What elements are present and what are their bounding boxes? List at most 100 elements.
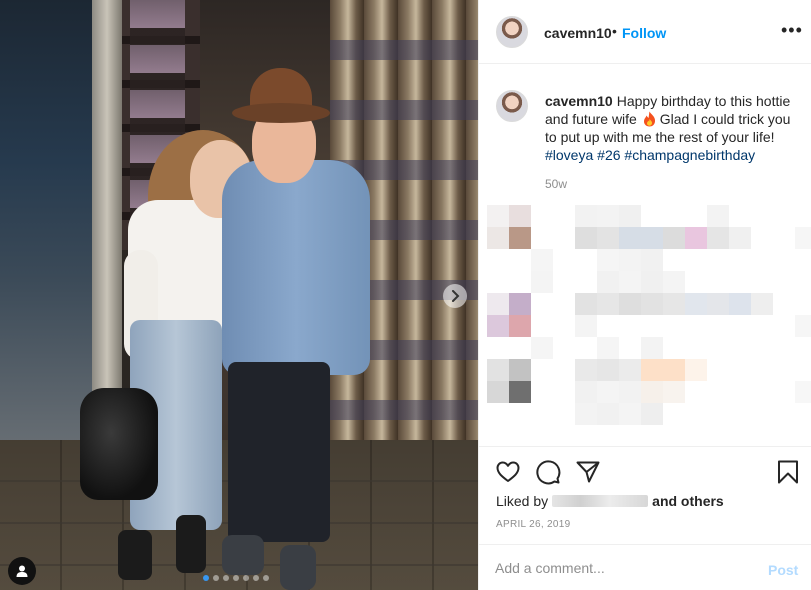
caption-username[interactable]: cavemn10 xyxy=(545,93,613,109)
blur-pixel xyxy=(641,403,663,425)
blur-pixel xyxy=(729,227,751,249)
photo-handbag xyxy=(80,388,158,500)
blur-pixel xyxy=(619,205,641,227)
blur-pixel xyxy=(487,205,509,227)
blur-pixel xyxy=(509,381,531,403)
carousel-dot xyxy=(253,575,259,581)
user-tag-icon xyxy=(16,565,28,577)
blur-pixel xyxy=(685,227,707,249)
photo-person-woman-shoe xyxy=(176,515,206,573)
blur-pixel xyxy=(619,381,641,403)
blur-pixel xyxy=(663,381,685,403)
blur-pixel xyxy=(597,249,619,271)
post-photo[interactable] xyxy=(0,0,478,590)
hashtag-link[interactable]: #loveya xyxy=(545,147,593,163)
carousel-dot xyxy=(243,575,249,581)
header-username[interactable]: cavemn10 xyxy=(544,25,612,41)
blur-pixel xyxy=(597,271,619,293)
photo-person-man-shoe xyxy=(222,535,264,575)
caption-timestamp[interactable]: 50w xyxy=(545,177,567,191)
comment-input[interactable] xyxy=(495,560,745,576)
blur-pixel xyxy=(795,227,811,249)
separator-dot: • xyxy=(612,23,617,39)
blur-pixel xyxy=(531,249,553,271)
blur-pixel xyxy=(509,293,531,315)
blurred-comments xyxy=(487,205,811,430)
photo-person-woman-shoe xyxy=(118,530,152,580)
carousel-dot xyxy=(213,575,219,581)
blur-pixel xyxy=(575,293,597,315)
blur-pixel xyxy=(575,381,597,403)
bookmark-icon[interactable] xyxy=(775,459,801,485)
photo-person-man-hat-brim xyxy=(232,103,330,123)
carousel-indicator xyxy=(203,575,269,581)
blur-pixel xyxy=(597,227,619,249)
carousel-dot xyxy=(233,575,239,581)
liked-by-others[interactable]: and others xyxy=(652,493,724,509)
blur-pixel xyxy=(641,227,663,249)
blurred-username xyxy=(552,495,649,507)
heart-icon[interactable] xyxy=(495,459,521,485)
blur-pixel xyxy=(641,337,663,359)
blur-pixel xyxy=(685,293,707,315)
blur-pixel xyxy=(487,359,509,381)
blur-pixel xyxy=(795,381,811,403)
blur-pixel xyxy=(707,293,729,315)
blur-pixel xyxy=(509,227,531,249)
blur-pixel xyxy=(795,315,811,337)
blur-pixel xyxy=(663,227,685,249)
paper-plane-icon[interactable] xyxy=(575,459,601,485)
carousel-dot xyxy=(203,575,209,581)
post-comment-button[interactable]: Post xyxy=(768,562,798,578)
blur-pixel xyxy=(487,315,509,337)
blur-pixel xyxy=(663,293,685,315)
comment-icon[interactable] xyxy=(535,459,561,485)
add-comment-bar: Post xyxy=(479,544,811,590)
blur-pixel xyxy=(663,359,685,381)
chevron-right-icon xyxy=(452,290,460,302)
blur-pixel xyxy=(531,337,553,359)
post-header: cavemn10 • Follow ••• xyxy=(479,0,811,64)
blur-pixel xyxy=(597,403,619,425)
blur-pixel xyxy=(575,315,597,337)
blur-pixel xyxy=(575,359,597,381)
carousel-dot xyxy=(263,575,269,581)
blur-pixel xyxy=(619,359,641,381)
hashtag-link[interactable]: #26 xyxy=(597,147,620,163)
blur-pixel xyxy=(641,293,663,315)
blur-pixel xyxy=(641,249,663,271)
blur-pixel xyxy=(575,205,597,227)
blur-pixel xyxy=(597,381,619,403)
blur-pixel xyxy=(531,271,553,293)
post-side-panel: cavemn10 • Follow ••• cavemn10 Happy birt… xyxy=(478,0,811,590)
liked-by-label: Liked by xyxy=(496,493,549,509)
blur-pixel xyxy=(707,227,729,249)
blur-pixel xyxy=(751,293,773,315)
caption-avatar[interactable] xyxy=(496,90,528,122)
hashtag-link[interactable]: #champagnebirthday xyxy=(624,147,755,163)
photo-person-man-shoe xyxy=(280,545,316,590)
blur-pixel xyxy=(575,403,597,425)
blur-pixel xyxy=(729,293,751,315)
blur-pixel xyxy=(509,205,531,227)
blur-pixel xyxy=(597,337,619,359)
photo-person-man-shirt xyxy=(222,160,370,375)
blur-pixel xyxy=(487,293,509,315)
fire-emoji-icon xyxy=(643,111,655,127)
blur-pixel xyxy=(575,227,597,249)
post-caption: cavemn10 Happy birthday to this hottie an… xyxy=(545,92,800,164)
avatar[interactable] xyxy=(496,16,528,48)
likes-summary[interactable]: Liked by and others xyxy=(496,493,724,509)
blur-pixel xyxy=(641,381,663,403)
blur-pixel xyxy=(597,293,619,315)
more-options-button[interactable]: ••• xyxy=(781,20,803,41)
post-date[interactable]: APRIL 26, 2019 xyxy=(496,519,570,530)
blur-pixel xyxy=(597,359,619,381)
post-actions: Liked by and others APRIL 26, 2019 xyxy=(479,446,811,546)
follow-button[interactable]: Follow xyxy=(622,25,666,41)
carousel-dot xyxy=(223,575,229,581)
blur-pixel xyxy=(619,403,641,425)
blur-pixel xyxy=(509,359,531,381)
carousel-next-button[interactable] xyxy=(443,284,467,308)
user-tags-button[interactable] xyxy=(8,557,36,585)
